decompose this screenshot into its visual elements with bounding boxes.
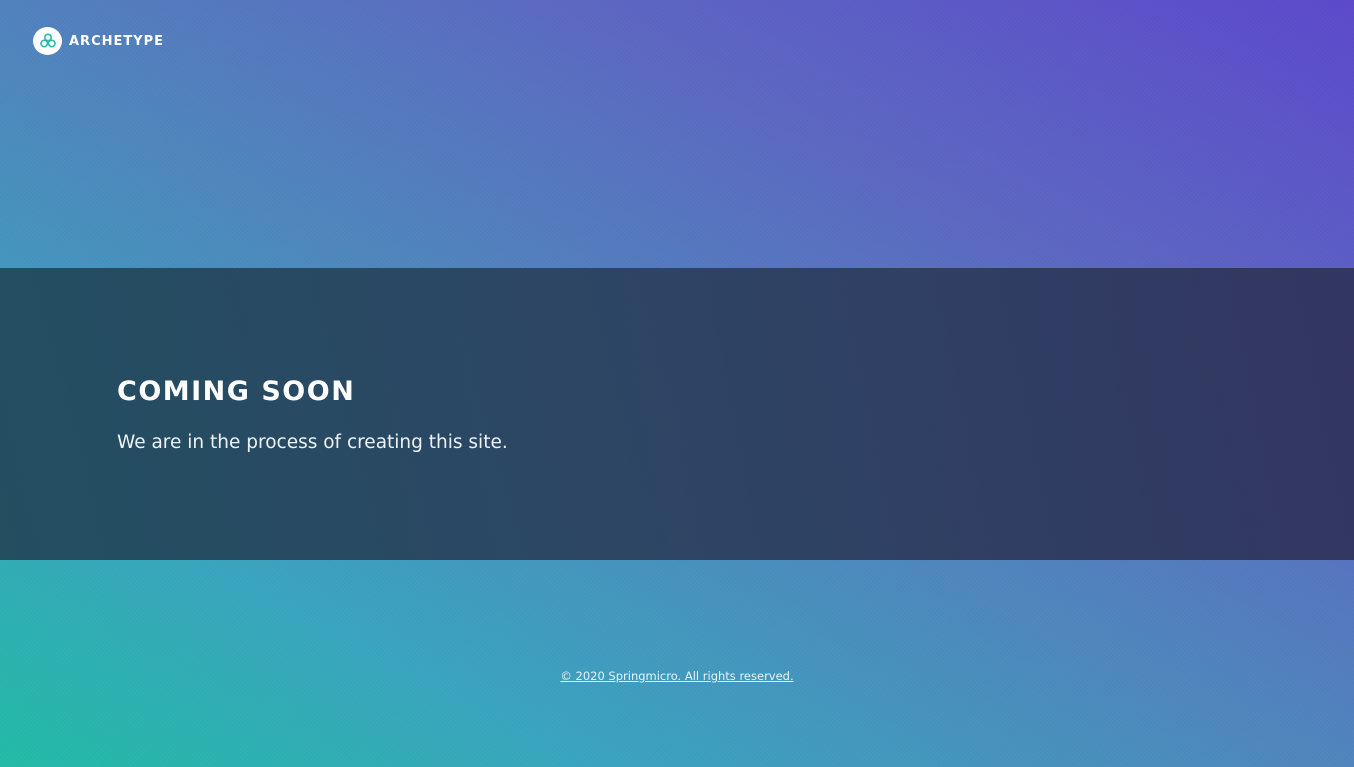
footer: © 2020 Springmicro. All rights reserved. [0, 668, 1354, 684]
brand-name: ARCHETYPE [69, 33, 165, 49]
hero-band: COMING SOON We are in the process of cre… [0, 268, 1354, 560]
page-title: COMING SOON [117, 376, 356, 407]
copyright-link[interactable]: © 2020 Springmicro. All rights reserved. [560, 669, 793, 683]
brand-home-link[interactable]: ARCHETYPE [33, 27, 164, 55]
molecule-icon [33, 27, 62, 55]
page-subtitle: We are in the process of creating this s… [117, 432, 508, 453]
